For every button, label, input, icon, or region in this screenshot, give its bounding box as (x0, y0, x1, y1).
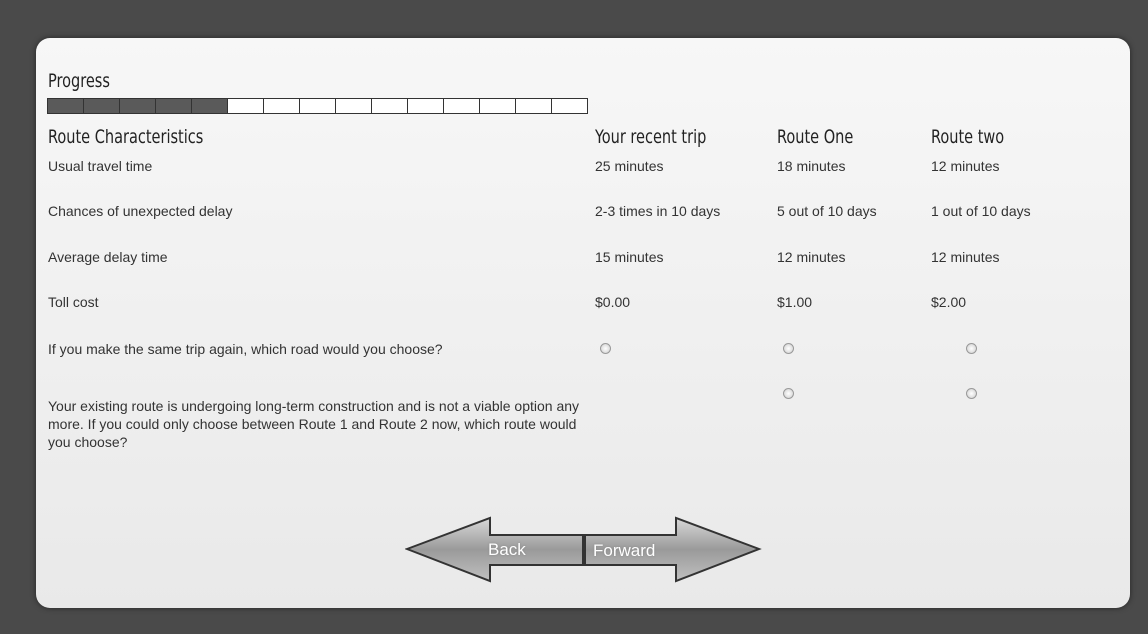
question-construction: Your existing route is undergoing long-t… (48, 398, 580, 450)
row-value: 2-3 times in 10 days (595, 203, 721, 219)
row-value: $1.00 (777, 294, 813, 310)
q1-radio-recent-trip[interactable] (600, 343, 611, 354)
progress-segment (372, 98, 408, 114)
row-value: 12 minutes (931, 249, 1000, 265)
progress-segment (408, 98, 444, 114)
progress-segment (120, 98, 156, 114)
q1-radio-route-one[interactable] (783, 343, 794, 354)
row-value: 15 minutes (595, 249, 664, 265)
progress-segment (47, 98, 84, 114)
progress-segment (156, 98, 192, 114)
row-value: 12 minutes (777, 249, 846, 265)
header-route-characteristics: Route Characteristics (48, 126, 204, 148)
row-value: 12 minutes (931, 158, 1000, 174)
progress-segment (300, 98, 336, 114)
row-value: $2.00 (931, 294, 967, 310)
row-value: 18 minutes (777, 158, 846, 174)
row-label: Average delay time (48, 249, 168, 265)
progress-label: Progress (48, 70, 110, 92)
q2-radio-route-one[interactable] (783, 388, 794, 399)
row-label: Usual travel time (48, 158, 153, 174)
row-value: $0.00 (595, 294, 631, 310)
q1-radio-route-two[interactable] (966, 343, 977, 354)
header-recent-trip: Your recent trip (595, 126, 707, 148)
progress-segment (192, 98, 228, 114)
progress-segment (516, 98, 552, 114)
row-value: 5 out of 10 days (777, 203, 877, 219)
header-route-one: Route One (777, 126, 854, 148)
row-label: Toll cost (48, 294, 99, 310)
row-label: Chances of unexpected delay (48, 203, 233, 219)
progress-segment (480, 98, 516, 114)
progress-segment (336, 98, 372, 114)
q2-radio-route-two[interactable] (966, 388, 977, 399)
row-value: 1 out of 10 days (931, 203, 1031, 219)
row-value: 25 minutes (595, 158, 664, 174)
progress-segment (264, 98, 300, 114)
header-route-two: Route two (931, 126, 1005, 148)
progress-segment (84, 98, 120, 114)
back-button-label[interactable]: Back (488, 540, 526, 560)
nav-arrows (405, 516, 762, 583)
forward-button-label[interactable]: Forward (593, 541, 655, 561)
question-same-trip: If you make the same trip again, which r… (48, 341, 443, 357)
progress-segment (444, 98, 480, 114)
progress-segment (552, 98, 588, 114)
progress-segment (228, 98, 264, 114)
progress-bar (47, 98, 588, 114)
